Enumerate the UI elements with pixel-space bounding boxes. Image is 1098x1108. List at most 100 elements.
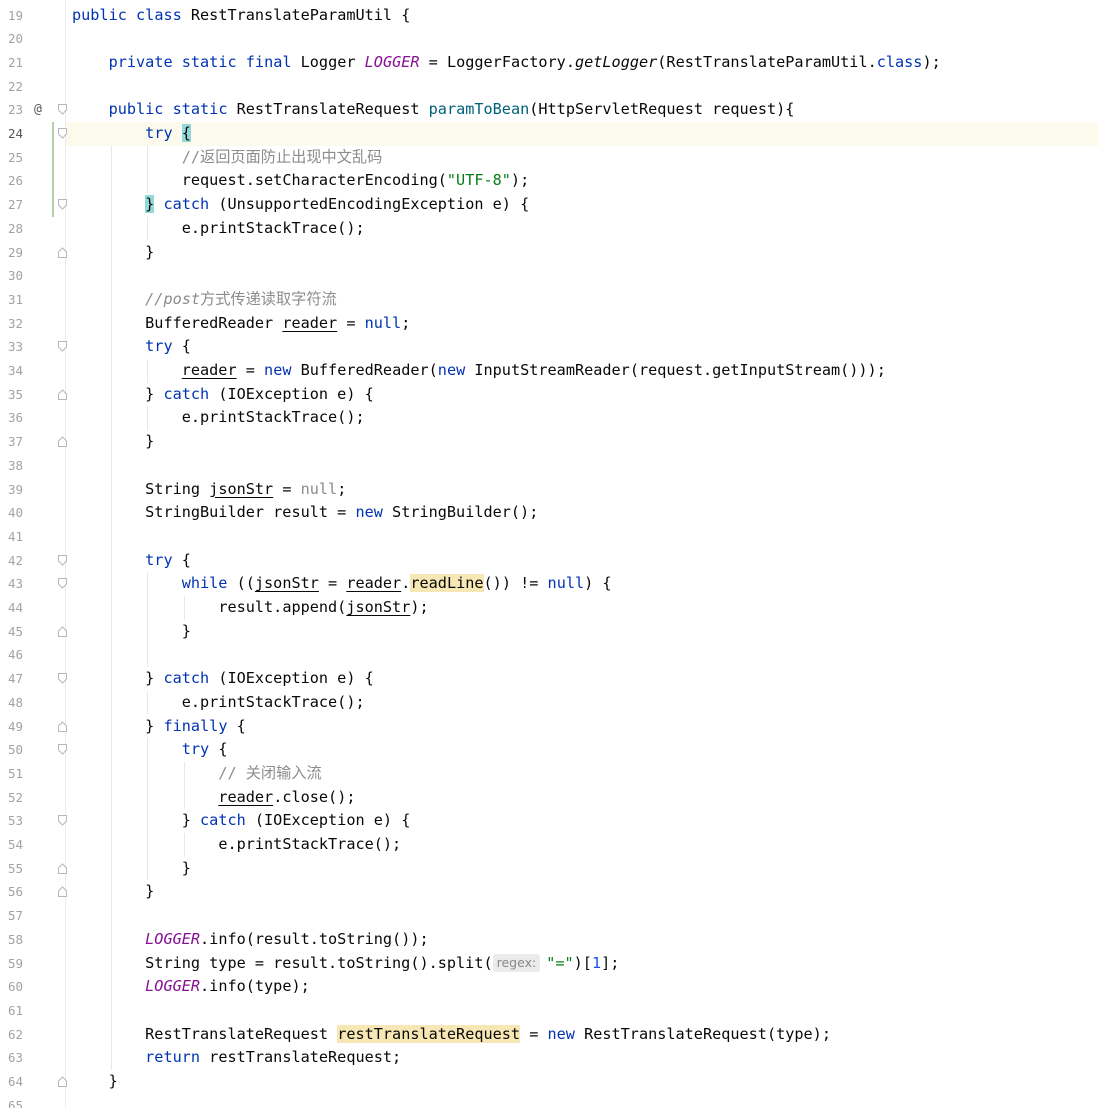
gutter-row[interactable]: 42 xyxy=(0,549,67,573)
code-line[interactable]: request.setCharacterEncoding("UTF-8"); xyxy=(66,169,1098,193)
gutter-row[interactable]: 47 xyxy=(0,667,67,691)
code-line[interactable]: public class RestTranslateParamUtil { xyxy=(66,4,1098,28)
code-line[interactable]: } catch (UnsupportedEncodingException e)… xyxy=(66,193,1098,217)
gutter-row[interactable]: 32 xyxy=(0,312,65,336)
gutter-row[interactable]: 21 xyxy=(0,51,65,75)
fold-close-icon[interactable] xyxy=(58,720,67,732)
gutter-row[interactable]: 50 xyxy=(0,738,67,762)
gutter-row[interactable]: 30 xyxy=(0,264,65,288)
gutter-row[interactable]: 26 xyxy=(0,169,65,193)
gutter-row[interactable]: 54 xyxy=(0,833,65,857)
code-line[interactable]: RestTranslateRequest restTranslateReques… xyxy=(66,1023,1098,1047)
gutter-row[interactable]: 37 xyxy=(0,430,67,454)
code-line[interactable]: reader.close(); xyxy=(66,786,1098,810)
fold-open-icon[interactable] xyxy=(58,128,67,139)
code-line[interactable]: } xyxy=(66,430,1098,454)
gutter-row[interactable]: 62 xyxy=(0,1023,65,1047)
gutter-row[interactable]: 34 xyxy=(0,359,65,383)
gutter-row[interactable]: 27 xyxy=(0,193,67,217)
line-number-gutter[interactable]: 19 20 21 22 23 @24 25 26 27 28 29 30 31 32 33 34 35 36 37 3… xyxy=(0,0,67,1108)
code-editor[interactable]: 19 20 21 22 23 @24 25 26 27 28 29 30 31 32 33 34 35 36 37 3… xyxy=(0,0,1098,1108)
code-line[interactable]: try { xyxy=(66,335,1098,359)
gutter-row[interactable]: 24 xyxy=(0,122,67,146)
code-line[interactable]: LOGGER.info(result.toString()); xyxy=(66,928,1098,952)
code-line[interactable]: } catch (IOException e) { xyxy=(66,383,1098,407)
gutter-row[interactable]: 31 xyxy=(0,288,65,312)
code-line[interactable]: try { xyxy=(66,122,1098,146)
code-line[interactable]: } xyxy=(66,241,1098,265)
gutter-row[interactable]: 20 xyxy=(0,27,65,51)
gutter-row[interactable]: 19 xyxy=(0,4,65,28)
fold-close-icon[interactable] xyxy=(58,246,67,258)
code-line[interactable]: } xyxy=(66,880,1098,904)
code-line[interactable]: e.printStackTrace(); xyxy=(66,217,1098,241)
code-line[interactable]: //返回页面防止出现中文乱码 xyxy=(66,146,1098,170)
fold-open-icon[interactable] xyxy=(58,341,67,353)
gutter-row[interactable]: 29 xyxy=(0,241,67,265)
code-line[interactable] xyxy=(66,27,1098,51)
gutter-row[interactable]: 65 xyxy=(0,1094,65,1108)
gutter-row[interactable]: 40 xyxy=(0,501,65,525)
code-line[interactable]: } xyxy=(66,857,1098,881)
code-line[interactable] xyxy=(66,643,1098,667)
gutter-row[interactable]: 25 xyxy=(0,146,65,170)
code-line[interactable] xyxy=(66,904,1098,928)
code-line[interactable]: e.printStackTrace(); xyxy=(66,833,1098,857)
code-line[interactable] xyxy=(66,1094,1098,1108)
code-line[interactable] xyxy=(66,264,1098,288)
code-line[interactable]: BufferedReader reader = null; xyxy=(66,312,1098,336)
code-line[interactable]: LOGGER.info(type); xyxy=(66,975,1098,999)
code-line[interactable] xyxy=(66,454,1098,478)
code-line[interactable]: return restTranslateRequest; xyxy=(66,1046,1098,1070)
fold-open-icon[interactable] xyxy=(58,578,67,590)
code-line[interactable]: private static final Logger LOGGER = Log… xyxy=(66,51,1098,75)
fold-open-icon[interactable] xyxy=(58,744,67,755)
gutter-row[interactable]: 43 xyxy=(0,572,67,596)
gutter-row[interactable]: 55 xyxy=(0,857,67,881)
fold-open-icon[interactable] xyxy=(58,554,67,566)
fold-open-icon[interactable] xyxy=(58,199,67,210)
fold-close-icon[interactable] xyxy=(58,886,67,898)
code-line[interactable]: } finally { xyxy=(66,715,1098,739)
fold-open-icon[interactable] xyxy=(58,815,67,827)
override-marker-icon[interactable]: @ xyxy=(34,98,42,122)
gutter-row[interactable]: 22 xyxy=(0,75,65,99)
gutter-row[interactable]: 33 xyxy=(0,335,67,359)
fold-close-icon[interactable] xyxy=(58,388,67,400)
gutter-row[interactable]: 64 xyxy=(0,1070,67,1094)
code-area[interactable]: public class RestTranslateParamUtil { pr… xyxy=(66,0,1098,1108)
code-line[interactable]: String type = result.toString().split(re… xyxy=(66,952,1098,976)
code-line[interactable]: } xyxy=(66,1070,1098,1094)
gutter-row[interactable]: 56 xyxy=(0,880,67,904)
gutter-row[interactable]: 53 xyxy=(0,809,67,833)
code-line[interactable]: e.printStackTrace(); xyxy=(66,691,1098,715)
code-line[interactable]: //post方式传递读取字符流 xyxy=(66,288,1098,312)
gutter-row[interactable]: 48 xyxy=(0,691,65,715)
code-line[interactable] xyxy=(66,75,1098,99)
fold-open-icon[interactable] xyxy=(58,673,67,684)
fold-open-icon[interactable] xyxy=(58,104,67,116)
gutter-row[interactable]: 57 xyxy=(0,904,65,928)
gutter-row[interactable]: 52 xyxy=(0,786,65,810)
gutter-row[interactable]: 35 xyxy=(0,383,67,407)
fold-close-icon[interactable] xyxy=(58,862,67,874)
gutter-row[interactable]: 23 @ xyxy=(0,98,67,122)
code-line[interactable]: // 关闭输入流 xyxy=(66,762,1098,786)
code-line[interactable]: try { xyxy=(66,549,1098,573)
code-line[interactable] xyxy=(66,999,1098,1023)
code-line[interactable]: e.printStackTrace(); xyxy=(66,406,1098,430)
code-line[interactable]: public static RestTranslateRequest param… xyxy=(66,98,1098,122)
gutter-row[interactable]: 63 xyxy=(0,1046,65,1070)
fold-close-icon[interactable] xyxy=(58,436,67,448)
gutter-row[interactable]: 46 xyxy=(0,643,65,667)
gutter-row[interactable]: 60 xyxy=(0,975,65,999)
fold-close-icon[interactable] xyxy=(58,625,67,637)
code-line[interactable]: try { xyxy=(66,738,1098,762)
code-line[interactable]: } catch (IOException e) { xyxy=(66,667,1098,691)
gutter-row[interactable]: 58 xyxy=(0,928,65,952)
gutter-row[interactable]: 36 xyxy=(0,406,65,430)
fold-close-icon[interactable] xyxy=(58,1076,67,1087)
code-line[interactable]: } xyxy=(66,620,1098,644)
code-line[interactable]: } catch (IOException e) { xyxy=(66,809,1098,833)
vcs-change-marker[interactable] xyxy=(52,122,54,217)
